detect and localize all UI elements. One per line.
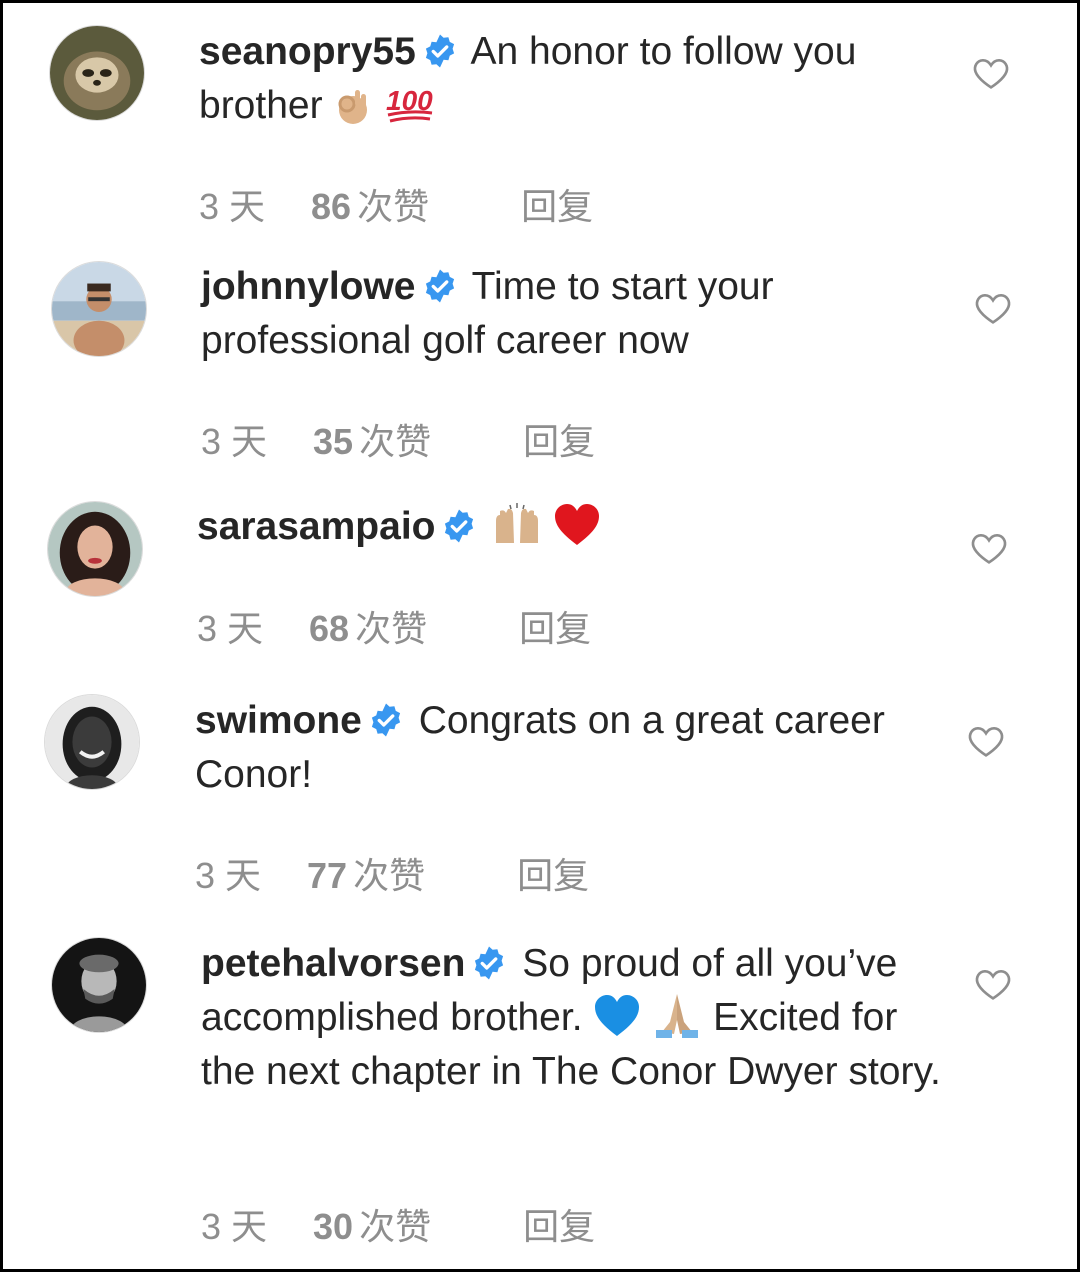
avatar[interactable] [51, 261, 147, 357]
comment-time: 3 天 [195, 855, 262, 896]
hundred-points-emoji-icon: 100 [386, 85, 433, 123]
comment-likes[interactable]: 86 次赞 [311, 186, 475, 227]
like-heart-icon[interactable] [973, 964, 1013, 1004]
verified-badge-icon [445, 509, 474, 543]
comment-username[interactable]: seanopry55 [199, 30, 416, 73]
reply-button[interactable]: 回复 [521, 186, 593, 227]
avatar-image [45, 695, 139, 789]
comment-likes[interactable]: 77 次赞 [307, 855, 471, 896]
ok-hand-emoji-icon [338, 90, 368, 124]
reply-button[interactable]: 回复 [523, 421, 595, 462]
comment-meta: 3 天 68 次赞 回复 [197, 600, 637, 652]
comment-time: 3 天 [197, 608, 264, 649]
avatar-image [52, 262, 146, 356]
avatar-image [50, 26, 144, 120]
like-heart-icon[interactable] [973, 288, 1013, 328]
avatar-image [48, 502, 142, 596]
comments-panel: seanopry55 An honor to follow you brothe… [0, 0, 1080, 1272]
raising-hands-emoji-icon [496, 503, 539, 543]
reply-button[interactable]: 回复 [523, 1206, 595, 1247]
like-heart-icon[interactable] [969, 528, 1009, 568]
comment-meta: 3 天 77 次赞 回复 [195, 847, 635, 899]
verified-badge-icon [425, 34, 454, 68]
avatar[interactable] [47, 501, 143, 597]
reply-button[interactable]: 回复 [517, 855, 589, 896]
comment-meta: 3 天 30 次赞 回复 [201, 1198, 641, 1250]
reply-button[interactable]: 回复 [519, 608, 591, 649]
comment-time: 3 天 [199, 186, 266, 227]
avatar[interactable] [51, 937, 147, 1033]
comment-time: 3 天 [201, 1206, 268, 1247]
comment-likes[interactable]: 35 次赞 [313, 421, 477, 462]
comment-meta: 3 天 35 次赞 回复 [201, 413, 641, 465]
verified-badge-icon [475, 946, 504, 980]
blue-heart-emoji-icon [595, 995, 640, 1036]
like-heart-icon[interactable] [966, 721, 1006, 761]
avatar[interactable] [44, 694, 140, 790]
avatar-image [52, 938, 146, 1032]
comment-time: 3 天 [201, 421, 268, 462]
comment-likes[interactable]: 68 次赞 [309, 608, 473, 649]
comment-meta: 3 天 86 次赞 回复 [199, 178, 639, 230]
comment-username[interactable]: sarasampaio [197, 505, 435, 548]
comment-username[interactable]: petehalvorsen [201, 942, 465, 985]
avatar[interactable] [49, 25, 145, 121]
like-heart-icon[interactable] [971, 53, 1011, 93]
red-heart-emoji-icon [555, 504, 600, 545]
verified-badge-icon [371, 703, 400, 737]
comment-username[interactable]: swimone [195, 699, 362, 742]
comment-likes[interactable]: 30 次赞 [313, 1206, 477, 1247]
comment-username[interactable]: johnnylowe [201, 265, 416, 308]
folded-hands-emoji-icon [656, 994, 699, 1038]
verified-badge-icon [425, 269, 454, 303]
